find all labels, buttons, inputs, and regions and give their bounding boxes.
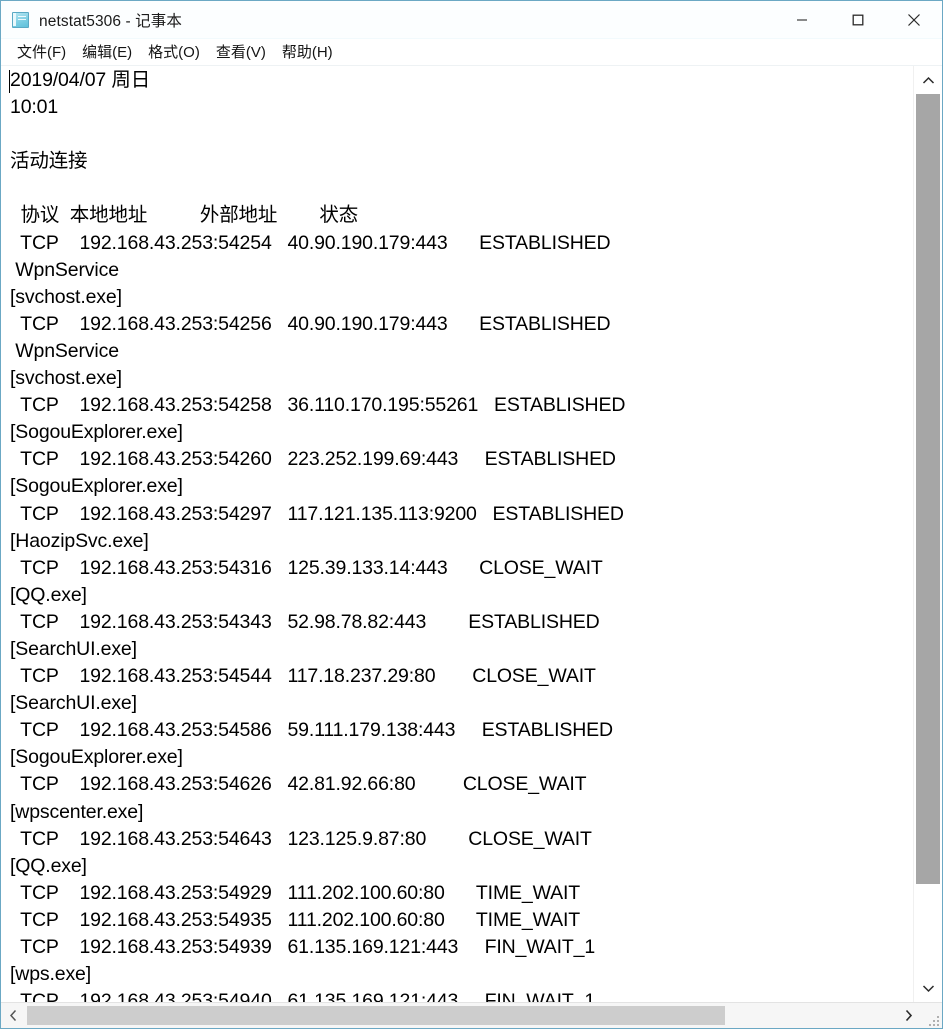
document-line: [svchost.exe] [10,367,122,390]
document-line: TCP 192.168.43.253:54258 36.110.170.195:… [10,394,626,417]
document-line: 协议 本地地址 外部地址 状态 [10,204,359,227]
minimize-button[interactable] [774,1,830,38]
document-line: [SearchUI.exe] [10,637,137,660]
document-line: TCP 192.168.43.253:54929 111.202.100.60:… [10,881,581,904]
close-icon [908,13,920,26]
document-lines: 2019/04/07 周日 10:01 活动连接 协议 本地地址 外部地址 状态 … [10,67,913,1002]
horizontal-scroll-thumb[interactable] [27,1006,725,1025]
document-line: [svchost.exe] [10,285,122,308]
close-button[interactable] [886,1,942,38]
text-caret [9,70,10,93]
title-bar[interactable]: netstat5306 - 记事本 [1,1,942,39]
document-line: TCP 192.168.43.253:54316 125.39.133.14:4… [10,556,603,579]
chevron-down-icon [922,984,934,992]
menu-item-edit[interactable]: 编辑(E) [74,40,140,64]
document-line: TCP 192.168.43.253:54935 111.202.100.60:… [10,908,581,931]
window-title: netstat5306 - 记事本 [39,12,182,30]
menu-item-help[interactable]: 帮助(H) [274,40,341,64]
document-line: TCP 192.168.43.253:54254 40.90.190.179:4… [10,231,611,254]
document-line: 10:01 [10,96,59,119]
document-line: TCP 192.168.43.253:54544 117.18.237.29:8… [10,665,596,688]
document-line: TCP 192.168.43.253:54260 223.252.199.69:… [10,448,616,471]
editor-body: 2019/04/07 周日 10:01 活动连接 协议 本地地址 外部地址 状态 … [1,66,942,1028]
scroll-down-button[interactable] [914,974,942,1002]
horizontal-scrollbar[interactable] [1,1002,942,1028]
document-line: WpnService [10,258,119,281]
document-line: [QQ.exe] [10,854,87,877]
maximize-button[interactable] [830,1,886,38]
document-line: TCP 192.168.43.253:54297 117.121.135.113… [10,502,624,525]
menu-item-format[interactable]: 格式(O) [140,40,208,64]
window-controls [774,1,942,38]
resize-grip[interactable] [924,1011,940,1027]
scroll-up-button[interactable] [914,66,942,94]
document-line: [SogouExplorer.exe] [10,746,183,769]
chevron-right-icon [905,1009,913,1022]
vertical-scrollbar[interactable] [913,66,942,1002]
maximize-icon [852,14,864,25]
document-line: TCP 192.168.43.253:54643 123.125.9.87:80… [10,827,592,850]
chevron-up-icon [922,76,934,84]
document-line: TCP 192.168.43.253:54586 59.111.179.138:… [10,719,613,742]
document-line: WpnService [10,339,119,362]
text-editor[interactable]: 2019/04/07 周日 10:01 活动连接 协议 本地地址 外部地址 状态 … [1,66,913,1002]
document-line: 活动连接 [10,150,88,173]
menu-item-file[interactable]: 文件(F) [9,40,74,64]
document-line: [QQ.exe] [10,583,87,606]
document-line: [HaozipSvc.exe] [10,529,149,552]
document-line: [wpscenter.exe] [10,800,144,823]
document-line: [SogouExplorer.exe] [10,421,183,444]
vertical-scroll-thumb[interactable] [916,94,940,884]
document-line: TCP 192.168.43.253:54256 40.90.190.179:4… [10,312,611,335]
editor-row: 2019/04/07 周日 10:01 活动连接 协议 本地地址 外部地址 状态 … [1,66,942,1002]
chevron-left-icon [9,1009,17,1022]
minimize-icon [797,18,807,21]
document-line: 2019/04/07 周日 [10,69,151,91]
scroll-right-button[interactable] [896,1003,921,1028]
document-line: TCP 192.168.43.253:54343 52.98.78.82:443… [10,610,600,633]
document-line: TCP 192.168.43.253:54940 61.135.169.121:… [10,990,596,1002]
document-line: TCP 192.168.43.253:54626 42.81.92.66:80 … [10,773,587,796]
menu-bar: 文件(F) 编辑(E) 格式(O) 查看(V) 帮助(H) [1,39,942,66]
notepad-window: netstat5306 - 记事本 文件(F) 编辑(E) 格式(O) 查看(V… [0,0,943,1029]
scroll-left-button[interactable] [1,1003,26,1028]
notepad-icon [12,11,30,29]
document-line: [SogouExplorer.exe] [10,475,183,498]
document-line: [SearchUI.exe] [10,692,137,715]
document-line: [wps.exe] [10,963,92,986]
document-line: TCP 192.168.43.253:54939 61.135.169.121:… [10,936,596,958]
menu-item-view[interactable]: 查看(V) [208,40,274,64]
